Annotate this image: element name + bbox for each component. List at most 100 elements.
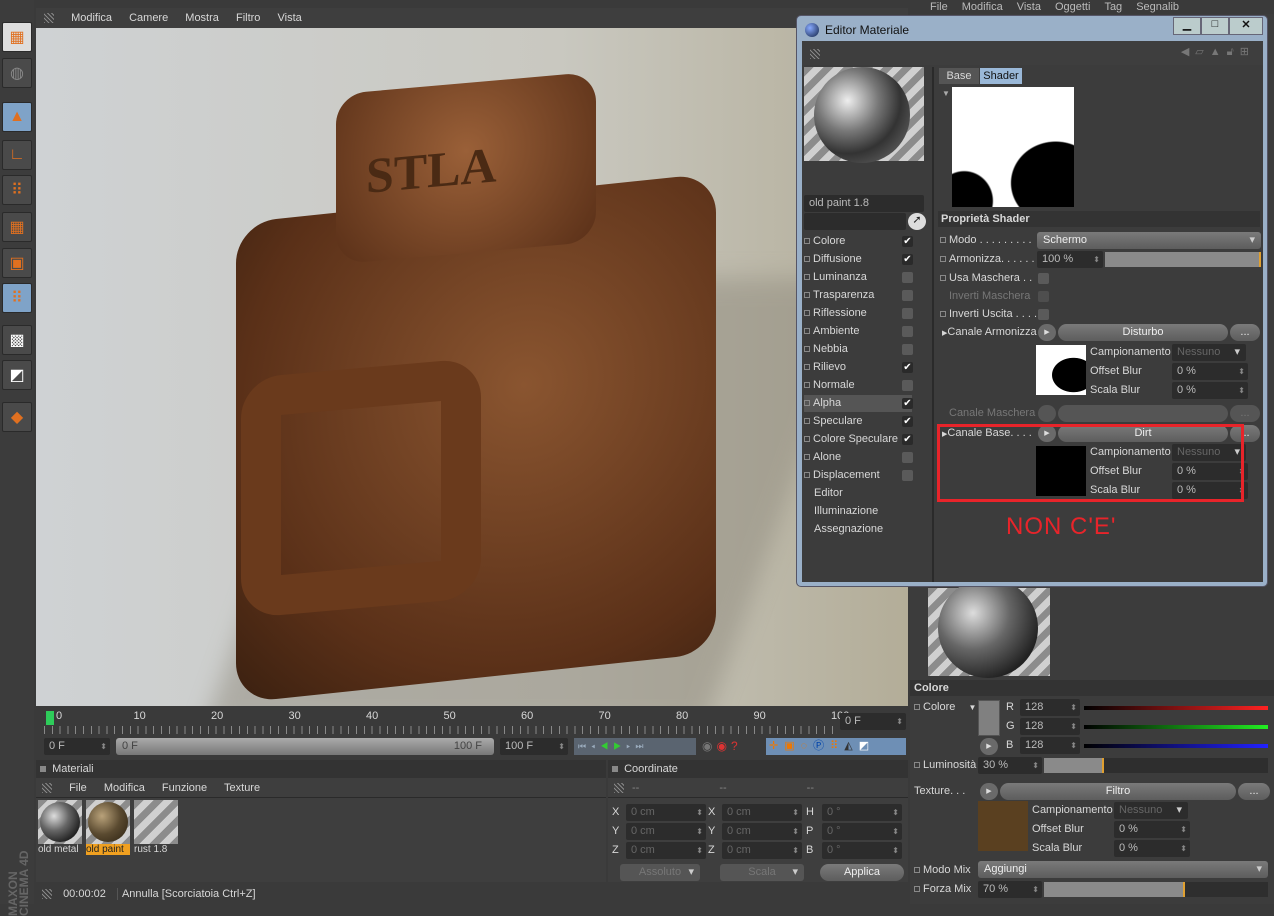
tab-base[interactable]: Base	[939, 68, 979, 84]
channel-checkbox[interactable]	[902, 380, 913, 391]
sampling-dropdown[interactable]: Nessuno	[1114, 802, 1188, 819]
color-swatch[interactable]	[978, 700, 1000, 736]
channel-item[interactable]: Riflessione	[804, 305, 912, 322]
editor-section-item[interactable]: Illuminazione	[814, 505, 878, 517]
armonizza-field[interactable]: 100 %	[1037, 251, 1103, 268]
coord-field[interactable]: 0 cm	[722, 842, 802, 859]
material-old-paint[interactable]: old paint	[86, 800, 130, 858]
channel-item[interactable]: Alone	[804, 449, 912, 466]
menu-file[interactable]: File	[69, 782, 87, 794]
checker-icon[interactable]: ▩	[2, 325, 32, 355]
coord-field[interactable]: 0 cm	[722, 823, 802, 840]
scheme-icon[interactable]: ◩	[859, 740, 875, 752]
next-key-icon[interactable]: ▸	[626, 741, 635, 751]
armonizza-more-button[interactable]: ...	[1230, 324, 1260, 341]
help-icon[interactable]: ?	[731, 739, 742, 753]
coord-field[interactable]: 0 cm	[626, 804, 706, 821]
axis-icon[interactable]: ∟	[2, 140, 32, 170]
channel-checkbox[interactable]	[902, 344, 913, 355]
lock-key-icon[interactable]: ◭	[844, 740, 858, 752]
channel-item[interactable]: Displacement	[804, 467, 912, 484]
offset-blur-field[interactable]: 0 %	[1114, 821, 1190, 838]
red-field[interactable]: 128	[1020, 699, 1080, 716]
texture-menu-button[interactable]: ▶	[980, 783, 998, 800]
blue-slider[interactable]	[1084, 744, 1268, 748]
channel-checkbox[interactable]	[902, 452, 913, 463]
coord-mode-dropdown[interactable]: Assoluto	[620, 864, 700, 881]
scale-blur-field[interactable]: 0 %	[1114, 840, 1190, 857]
layout-icon[interactable]: ▦	[2, 22, 32, 52]
forward-icon[interactable]: ▱	[1195, 46, 1209, 58]
material-name-field[interactable]: old paint 1.8	[804, 195, 924, 212]
back-icon[interactable]: ◀	[1181, 46, 1195, 58]
texture-more-button[interactable]: ...	[1238, 783, 1270, 800]
prev-key-icon[interactable]: ◂	[591, 741, 600, 751]
coord-field[interactable]: 0 °	[822, 823, 902, 840]
uv-icon[interactable]: ◩	[2, 360, 32, 390]
coord-field[interactable]: 0 °	[822, 804, 902, 821]
mask-shader-button[interactable]	[1058, 405, 1228, 422]
material-type-field[interactable]	[804, 213, 906, 230]
menu-modifica[interactable]: Modifica	[71, 12, 112, 24]
keyframe-icon[interactable]: ◉	[702, 739, 716, 753]
channel-item[interactable]: Colore Speculare	[804, 431, 912, 448]
channel-checkbox[interactable]: ✔	[902, 254, 913, 265]
menu-camere[interactable]: Camere	[129, 12, 168, 24]
editor-section-item[interactable]: Assegnazione	[814, 523, 883, 535]
channel-checkbox[interactable]: ✔	[902, 362, 913, 373]
range-slider[interactable]: 0 F 100 F	[116, 738, 494, 755]
menu-tag[interactable]: Tag	[1104, 1, 1122, 13]
menu-file[interactable]: File	[930, 1, 948, 13]
rotate-key-icon[interactable]: ◌	[801, 740, 814, 752]
invert-output-checkbox[interactable]	[1038, 309, 1049, 320]
menu-mostra[interactable]: Mostra	[185, 12, 219, 24]
first-frame-icon[interactable]: ⏮	[578, 741, 591, 751]
coord-field[interactable]: 0 cm	[626, 842, 706, 859]
menu-modifica[interactable]: Modifica	[104, 782, 145, 794]
channel-item[interactable]: Colore	[804, 233, 912, 250]
menu-oggetti[interactable]: Oggetti	[1055, 1, 1090, 13]
channel-item[interactable]: Diffusione	[804, 251, 912, 268]
red-slider[interactable]	[1084, 706, 1268, 710]
channel-item[interactable]: Trasparenza	[804, 287, 912, 304]
play-back-icon[interactable]: ◀	[600, 741, 613, 751]
edges-icon[interactable]: ▦	[2, 212, 32, 242]
scale-key-icon[interactable]: ▣	[784, 740, 800, 752]
end-frame-field[interactable]: 100 F	[500, 738, 568, 755]
material-rust[interactable]: rust 1.8	[134, 800, 178, 858]
pick-arrow-icon[interactable]: ➚	[908, 213, 926, 230]
move-icon[interactable]: ▲	[2, 102, 32, 132]
channel-item[interactable]: Luminanza	[804, 269, 912, 286]
channel-item[interactable]: Rilievo	[804, 359, 912, 376]
menu-funzione[interactable]: Funzione	[162, 782, 207, 794]
tab-shader[interactable]: Shader	[980, 68, 1022, 84]
sampling-dropdown[interactable]: Nessuno	[1172, 344, 1246, 361]
scene-icon[interactable]: ◍	[2, 58, 32, 88]
color-expand-button[interactable]: ▶	[980, 738, 998, 755]
play-icon[interactable]: ▶	[613, 741, 626, 751]
mix-mode-dropdown[interactable]: Aggiungi	[978, 861, 1268, 878]
channel-item[interactable]: Ambiente	[804, 323, 912, 340]
record-icon[interactable]: ◉	[716, 739, 730, 753]
channel-checkbox[interactable]: ✔	[902, 398, 913, 409]
texture-icon[interactable]: ⠿	[2, 283, 32, 313]
green-slider[interactable]	[1084, 725, 1268, 729]
mix-strength-slider[interactable]	[1044, 882, 1268, 897]
menu-filtro[interactable]: Filtro	[236, 12, 260, 24]
material-old-metal[interactable]: old metal	[38, 800, 82, 858]
channel-item[interactable]: Normale	[804, 377, 912, 394]
menu-vista[interactable]: Vista	[1017, 1, 1041, 13]
primitives-icon[interactable]: ◆	[2, 402, 32, 432]
offset-blur-field[interactable]: 0 %	[1172, 363, 1248, 380]
maximize-button[interactable]: □	[1201, 17, 1229, 35]
current-frame-field[interactable]: 0 F	[840, 713, 906, 730]
viewport-canvas[interactable]: STLA	[36, 28, 908, 706]
green-field[interactable]: 128	[1020, 718, 1080, 735]
close-button[interactable]: ✕	[1229, 17, 1263, 35]
use-mask-checkbox[interactable]	[1038, 273, 1049, 284]
minimize-button[interactable]: ▁	[1173, 17, 1201, 35]
coord-field[interactable]: 0 °	[822, 842, 902, 859]
editor-section-item[interactable]: Editor	[814, 487, 843, 499]
playhead[interactable]	[46, 711, 54, 725]
texture-shader-button[interactable]: Filtro	[1000, 783, 1236, 800]
